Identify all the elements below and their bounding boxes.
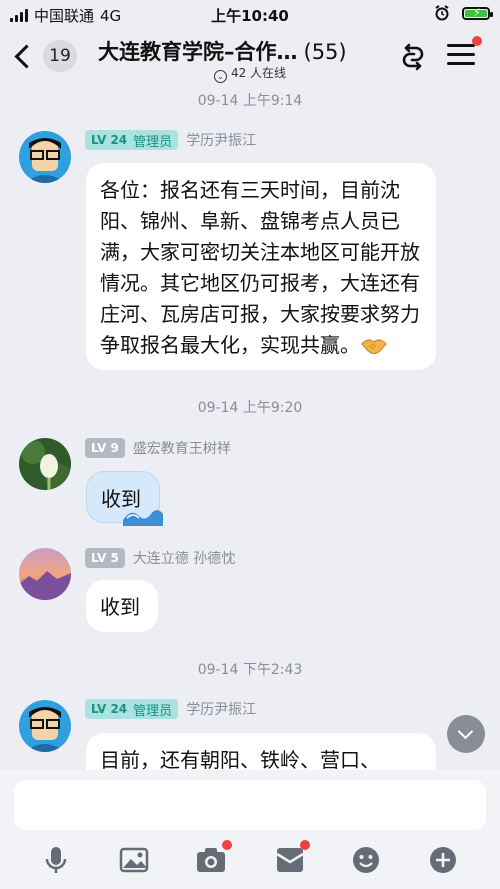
message-text: 目前，还有朝阳、铁岭、营口、 bbox=[100, 748, 380, 770]
message-text: 各位：报名还有三天时间，目前沈阳、锦州、阜新、盘锦考点人员已满，大家可密切关注本… bbox=[100, 178, 420, 357]
message-list[interactable]: 09-14 上午9:14 LV 24 管理员 学历尹振江 各位：报名还有三天时间，… bbox=[0, 88, 500, 770]
level-badge: LV 24 管理员 bbox=[85, 699, 179, 719]
alarm-icon bbox=[435, 5, 449, 21]
message-bubble[interactable]: 目前，还有朝阳、铁岭、营口、 bbox=[86, 733, 436, 770]
avatar[interactable] bbox=[19, 131, 71, 183]
battery-icon: ⚡ bbox=[462, 6, 493, 20]
avatar[interactable] bbox=[19, 700, 71, 752]
chevron-down-icon: ⌄ bbox=[213, 70, 227, 83]
emoji-icon[interactable] bbox=[350, 844, 382, 876]
image-icon[interactable] bbox=[118, 844, 150, 876]
sender-name[interactable]: 学历尹振江 bbox=[186, 130, 256, 150]
level-badge: LV 9 bbox=[85, 438, 125, 458]
message-input[interactable] bbox=[14, 780, 486, 830]
menu-button[interactable] bbox=[447, 44, 475, 66]
sender-name[interactable]: 学历尹振江 bbox=[186, 699, 256, 719]
clock: 上午10:40 bbox=[211, 7, 289, 25]
message-bubble[interactable]: 收到 bbox=[86, 471, 163, 526]
sender-name[interactable]: 大连立德 孙德忱 bbox=[133, 548, 235, 568]
camera-notification-dot bbox=[222, 840, 232, 850]
level-badge: LV 24 管理员 bbox=[85, 130, 179, 150]
timestamp: 09-14 下午2:43 bbox=[197, 662, 303, 678]
handshake-emoji-icon bbox=[361, 339, 387, 354]
message-text: 收到 bbox=[100, 595, 140, 619]
timestamp: 09-14 上午9:20 bbox=[197, 400, 303, 416]
member-count: (55) bbox=[303, 40, 347, 64]
online-count: 42 人在线 bbox=[230, 66, 287, 80]
scroll-to-bottom-button[interactable] bbox=[447, 715, 485, 753]
toolbar bbox=[0, 840, 500, 880]
notification-dot bbox=[472, 36, 482, 46]
timestamp: 09-14 上午9:14 bbox=[197, 93, 303, 109]
status-bar: 中国联通 4G 上午10:40 ⚡ bbox=[0, 0, 500, 28]
message-bubble[interactable]: 各位：报名还有三天时间，目前沈阳、锦州、阜新、盘锦考点人员已满，大家可密切关注本… bbox=[86, 163, 436, 370]
group-name: 大连教育学院–合作… bbox=[98, 40, 298, 64]
mic-icon[interactable] bbox=[40, 844, 72, 876]
message-bubble[interactable]: 收到 bbox=[86, 580, 158, 632]
sender-name[interactable]: 盛宏教育王树祥 bbox=[133, 438, 231, 458]
wave-decoration-icon bbox=[123, 510, 163, 526]
input-bar bbox=[0, 770, 500, 889]
red-packet-notification-dot bbox=[300, 840, 310, 850]
chat-header: 19 大连教育学院–合作… (55) ⌄ 42 人在线 bbox=[0, 28, 500, 88]
link-sync-icon[interactable] bbox=[396, 40, 430, 74]
group-title[interactable]: 大连教育学院–合作… (55) bbox=[98, 36, 347, 66]
avatar[interactable] bbox=[19, 548, 71, 600]
plus-icon[interactable] bbox=[427, 844, 459, 876]
camera-icon[interactable] bbox=[195, 844, 227, 876]
avatar[interactable] bbox=[19, 438, 71, 490]
level-badge: LV 5 bbox=[85, 548, 125, 568]
